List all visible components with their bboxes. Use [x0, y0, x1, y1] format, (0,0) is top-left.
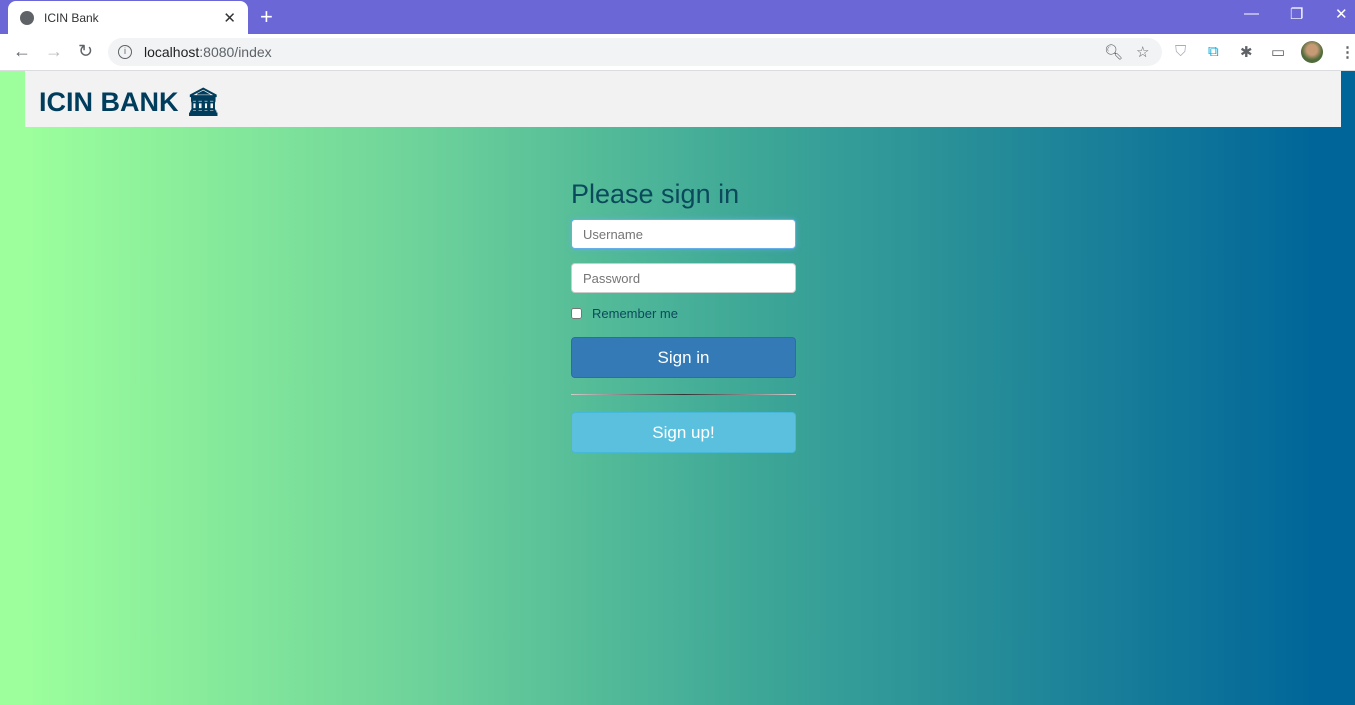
forward-icon[interactable]: →: [45, 41, 63, 62]
extension-share-icon[interactable]: ⧉: [1208, 43, 1219, 60]
divider: [571, 394, 796, 395]
menu-icon[interactable]: ⋮: [1340, 43, 1355, 61]
url-path: :8080/index: [199, 44, 272, 60]
bookmark-star-icon[interactable]: ☆: [1136, 43, 1149, 61]
sign-in-button[interactable]: Sign in: [571, 337, 796, 378]
cast-icon[interactable]: ▭: [1271, 43, 1285, 61]
minimize-icon[interactable]: —: [1244, 5, 1259, 22]
zoom-icon[interactable]: 🔍︎: [1104, 43, 1123, 61]
address-bar[interactable]: i localhost:8080/index: [108, 38, 1162, 66]
close-tab-icon[interactable]: ✕: [223, 9, 236, 27]
remember-me-label: Remember me: [592, 306, 678, 321]
url-host: localhost: [144, 44, 200, 60]
form-title: Please sign in: [571, 179, 740, 209]
tab-title: ICIN Bank: [44, 10, 99, 25]
bank-icon: 🏛︎: [186, 87, 221, 117]
reload-icon[interactable]: ↻: [78, 41, 93, 62]
extensions-puzzle-icon[interactable]: ✱: [1240, 43, 1253, 61]
signin-form: Please sign in Remember me Sign in Sign …: [571, 179, 796, 453]
brand-logo[interactable]: ICIN BANK 🏛︎: [39, 86, 220, 118]
sign-up-button[interactable]: Sign up!: [571, 412, 796, 453]
close-window-icon[interactable]: ✕: [1335, 5, 1348, 23]
username-input[interactable]: [571, 219, 796, 249]
tab-bar: ICIN Bank ✕ + — ❐ ✕: [0, 0, 1355, 34]
profile-avatar[interactable]: [1301, 41, 1323, 63]
new-tab-icon[interactable]: +: [260, 4, 273, 30]
remember-me[interactable]: Remember me: [571, 306, 796, 321]
password-input[interactable]: [571, 263, 796, 293]
globe-icon: [20, 10, 34, 25]
browser-tab[interactable]: ICIN Bank ✕: [8, 1, 248, 34]
back-icon[interactable]: ←: [13, 41, 31, 62]
remember-me-checkbox[interactable]: [571, 308, 582, 319]
restore-icon[interactable]: ❐: [1290, 5, 1303, 23]
page-body: ICIN BANK 🏛︎ Please sign in Remember me …: [0, 71, 1355, 705]
site-header: ICIN BANK 🏛︎: [25, 71, 1341, 127]
info-icon[interactable]: i: [118, 45, 132, 59]
extension-shield-icon[interactable]: ⛉: [1175, 43, 1186, 60]
browser-toolbar: ← → ↻ i localhost:8080/index 🔍︎ ☆ ⛉ ⧉ ✱ …: [0, 34, 1355, 71]
